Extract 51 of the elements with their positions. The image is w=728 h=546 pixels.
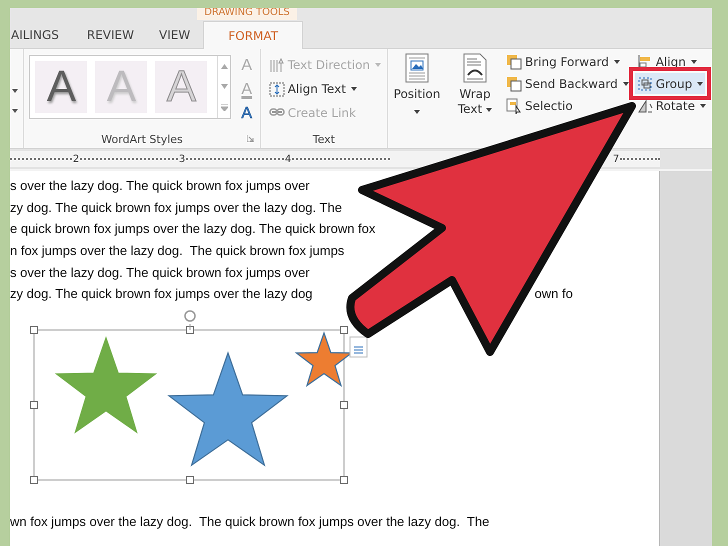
bring-forward-icon (506, 54, 522, 70)
caret-icon (12, 109, 18, 113)
caret-icon (414, 110, 420, 114)
wordart-style[interactable]: A (35, 61, 88, 113)
ribbon-tab[interactable]: FORMAT (203, 21, 304, 49)
ribbon-tab[interactable]: VIEW (147, 21, 202, 48)
body-text-fragment: own fo (534, 286, 573, 302)
group-label: WordArt Styles (101, 132, 183, 146)
body-text-line: n fox jumps over the lazy dog. The quick brown fox jumps (10, 243, 344, 258)
wrap-text-icon (461, 53, 490, 83)
rotate-icon (636, 98, 653, 114)
ribbon-button[interactable]: Position (388, 49, 446, 148)
group-label: Text (312, 132, 335, 146)
ruler-number: 4 (284, 154, 292, 164)
ribbon-button[interactable]: Wrap Text (446, 49, 504, 148)
ribbon-button[interactable]: Group (634, 73, 706, 94)
ruler-number: 7 (612, 154, 620, 164)
more-icon (220, 104, 228, 110)
ribbon-button[interactable]: Rotate (634, 95, 708, 116)
rotation-handle[interactable] (184, 310, 196, 330)
position-icon (403, 53, 432, 83)
body-text-line: e quick brown fox jumps over the lazy dog. The quick brown fox (10, 221, 376, 236)
caret-icon (12, 89, 18, 93)
caret-icon (486, 108, 492, 112)
body-text-line: s over the lazy dog. The quick brown fox jumps over (10, 264, 310, 280)
scroll-up-icon (220, 64, 228, 68)
ribbon-button[interactable]: Bring Forward (504, 51, 622, 72)
ruler-number: 2 (72, 154, 80, 164)
body-text-line: zy dog. The quick brown fox jumps over the lazy dog. The (10, 200, 342, 215)
body-text-line: wn fox jumps over the lazy dog. The quick brown fox jumps over the lazy dog. The (10, 514, 490, 529)
ribbon-tab[interactable]: REVIEW (74, 21, 146, 48)
body-text-line: s over the lazy dog. The quick brown fox jumps over (10, 178, 310, 194)
group-icon (636, 76, 653, 92)
ribbon-button[interactable]: Send Backward (504, 73, 631, 94)
ribbon-button[interactable]: Selectio (504, 95, 575, 116)
selection-frame[interactable] (30, 326, 348, 484)
selection-pane-icon (506, 98, 522, 114)
layout-options-icon[interactable] (350, 336, 368, 358)
dialog-launcher-icon (246, 135, 254, 142)
star-shape[interactable] (54, 336, 158, 434)
body-text-line: zy dog. The quick brown fox jumps over the lazy dog (10, 286, 313, 302)
align-icon (636, 54, 653, 70)
align-text-icon (268, 80, 285, 96)
scroll-down-icon (220, 84, 228, 88)
ruler-number: 3 (178, 154, 186, 164)
text-style-button[interactable]: A (237, 103, 256, 125)
text-direction-icon (268, 56, 285, 72)
ribbon-button[interactable]: Align Text (266, 78, 384, 99)
send-backward-icon (506, 76, 522, 92)
star-shape[interactable] (167, 350, 289, 466)
ribbon-tab[interactable]: AILINGS (10, 21, 71, 48)
